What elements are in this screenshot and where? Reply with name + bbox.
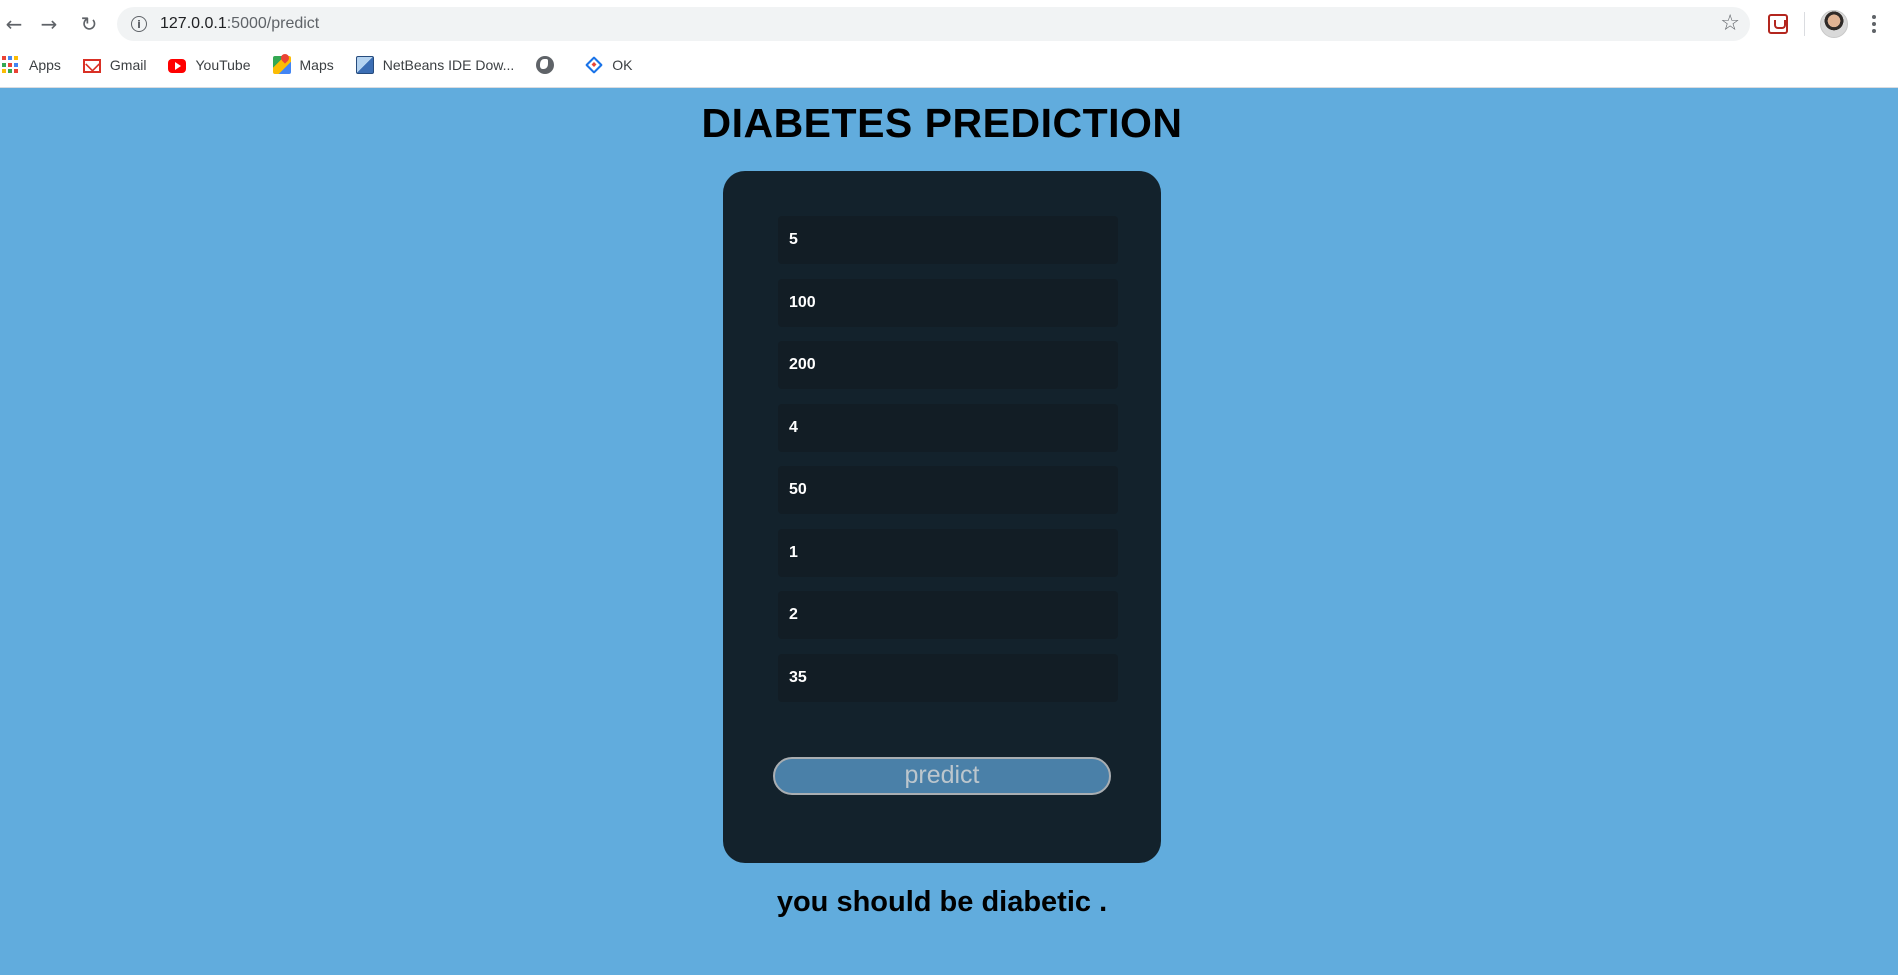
input-field-1[interactable] <box>778 216 1118 264</box>
bookmark-star-icon[interactable]: ☆ <box>1720 11 1740 36</box>
bookmark-label: YouTube <box>195 57 251 73</box>
input-field-3[interactable] <box>778 341 1118 389</box>
prediction-form: predict <box>723 171 1161 863</box>
arrow-right-icon[interactable]: → <box>35 10 63 38</box>
bookmark-ok[interactable]: OK <box>585 50 640 80</box>
info-icon[interactable]: i <box>131 16 147 32</box>
gmail-icon <box>82 59 101 73</box>
bookmark-label: Gmail <box>109 57 147 73</box>
netbeans-icon <box>355 56 374 74</box>
input-field-6[interactable] <box>778 529 1118 577</box>
bookmark-maps[interactable]: Maps <box>272 50 342 80</box>
predict-button[interactable]: predict <box>773 757 1111 795</box>
arrow-left-icon[interactable]: ← <box>0 10 28 38</box>
maps-icon <box>272 56 291 74</box>
url-host: 127.0.0.1 <box>160 15 227 32</box>
input-field-7[interactable] <box>778 591 1118 639</box>
apps-grid-icon <box>2 56 20 74</box>
page-body: DIABETES PREDICTION predict you should b… <box>0 88 1898 975</box>
ok-icon <box>585 56 604 74</box>
bookmark-netbeans[interactable]: NetBeans IDE Dow... <box>355 50 523 80</box>
url-path: :5000/predict <box>226 15 320 32</box>
bookmark-label: OK <box>612 57 633 73</box>
bookmark-youtube[interactable]: YouTube <box>168 50 258 80</box>
pocket-extension-icon[interactable] <box>1768 14 1788 34</box>
bookmark-label: Apps <box>29 57 61 73</box>
bookmark-label: NetBeans IDE Dow... <box>382 57 515 73</box>
profile-avatar[interactable] <box>1820 10 1848 38</box>
reload-icon[interactable]: ↻ <box>75 10 103 38</box>
more-menu-icon[interactable] <box>1868 11 1880 37</box>
input-field-4[interactable] <box>778 404 1118 452</box>
address-bar[interactable]: i 127.0.0.1:5000/predict ☆ <box>117 7 1750 41</box>
browser-chrome: ← → ↻ i 127.0.0.1:5000/predict ☆ Apps Gm… <box>0 0 1898 88</box>
prediction-result: you should be diabetic . <box>776 886 1108 918</box>
globe-icon <box>536 56 555 74</box>
input-field-5[interactable] <box>778 466 1118 514</box>
url-text[interactable]: 127.0.0.1:5000/predict <box>160 15 319 33</box>
bookmark-globe[interactable] <box>536 50 571 80</box>
bookmark-label: Maps <box>299 57 334 73</box>
youtube-icon <box>168 59 187 73</box>
bookmarks-bar: Apps Gmail YouTube Maps NetBeans IDE Dow… <box>0 50 1898 80</box>
bookmark-apps[interactable]: Apps <box>2 50 69 80</box>
input-field-8[interactable] <box>778 654 1118 702</box>
toolbar-divider <box>1804 12 1805 36</box>
bookmark-gmail[interactable]: Gmail <box>82 50 155 80</box>
page-title: DIABETES PREDICTION <box>701 100 1183 146</box>
input-field-2[interactable] <box>778 279 1118 327</box>
